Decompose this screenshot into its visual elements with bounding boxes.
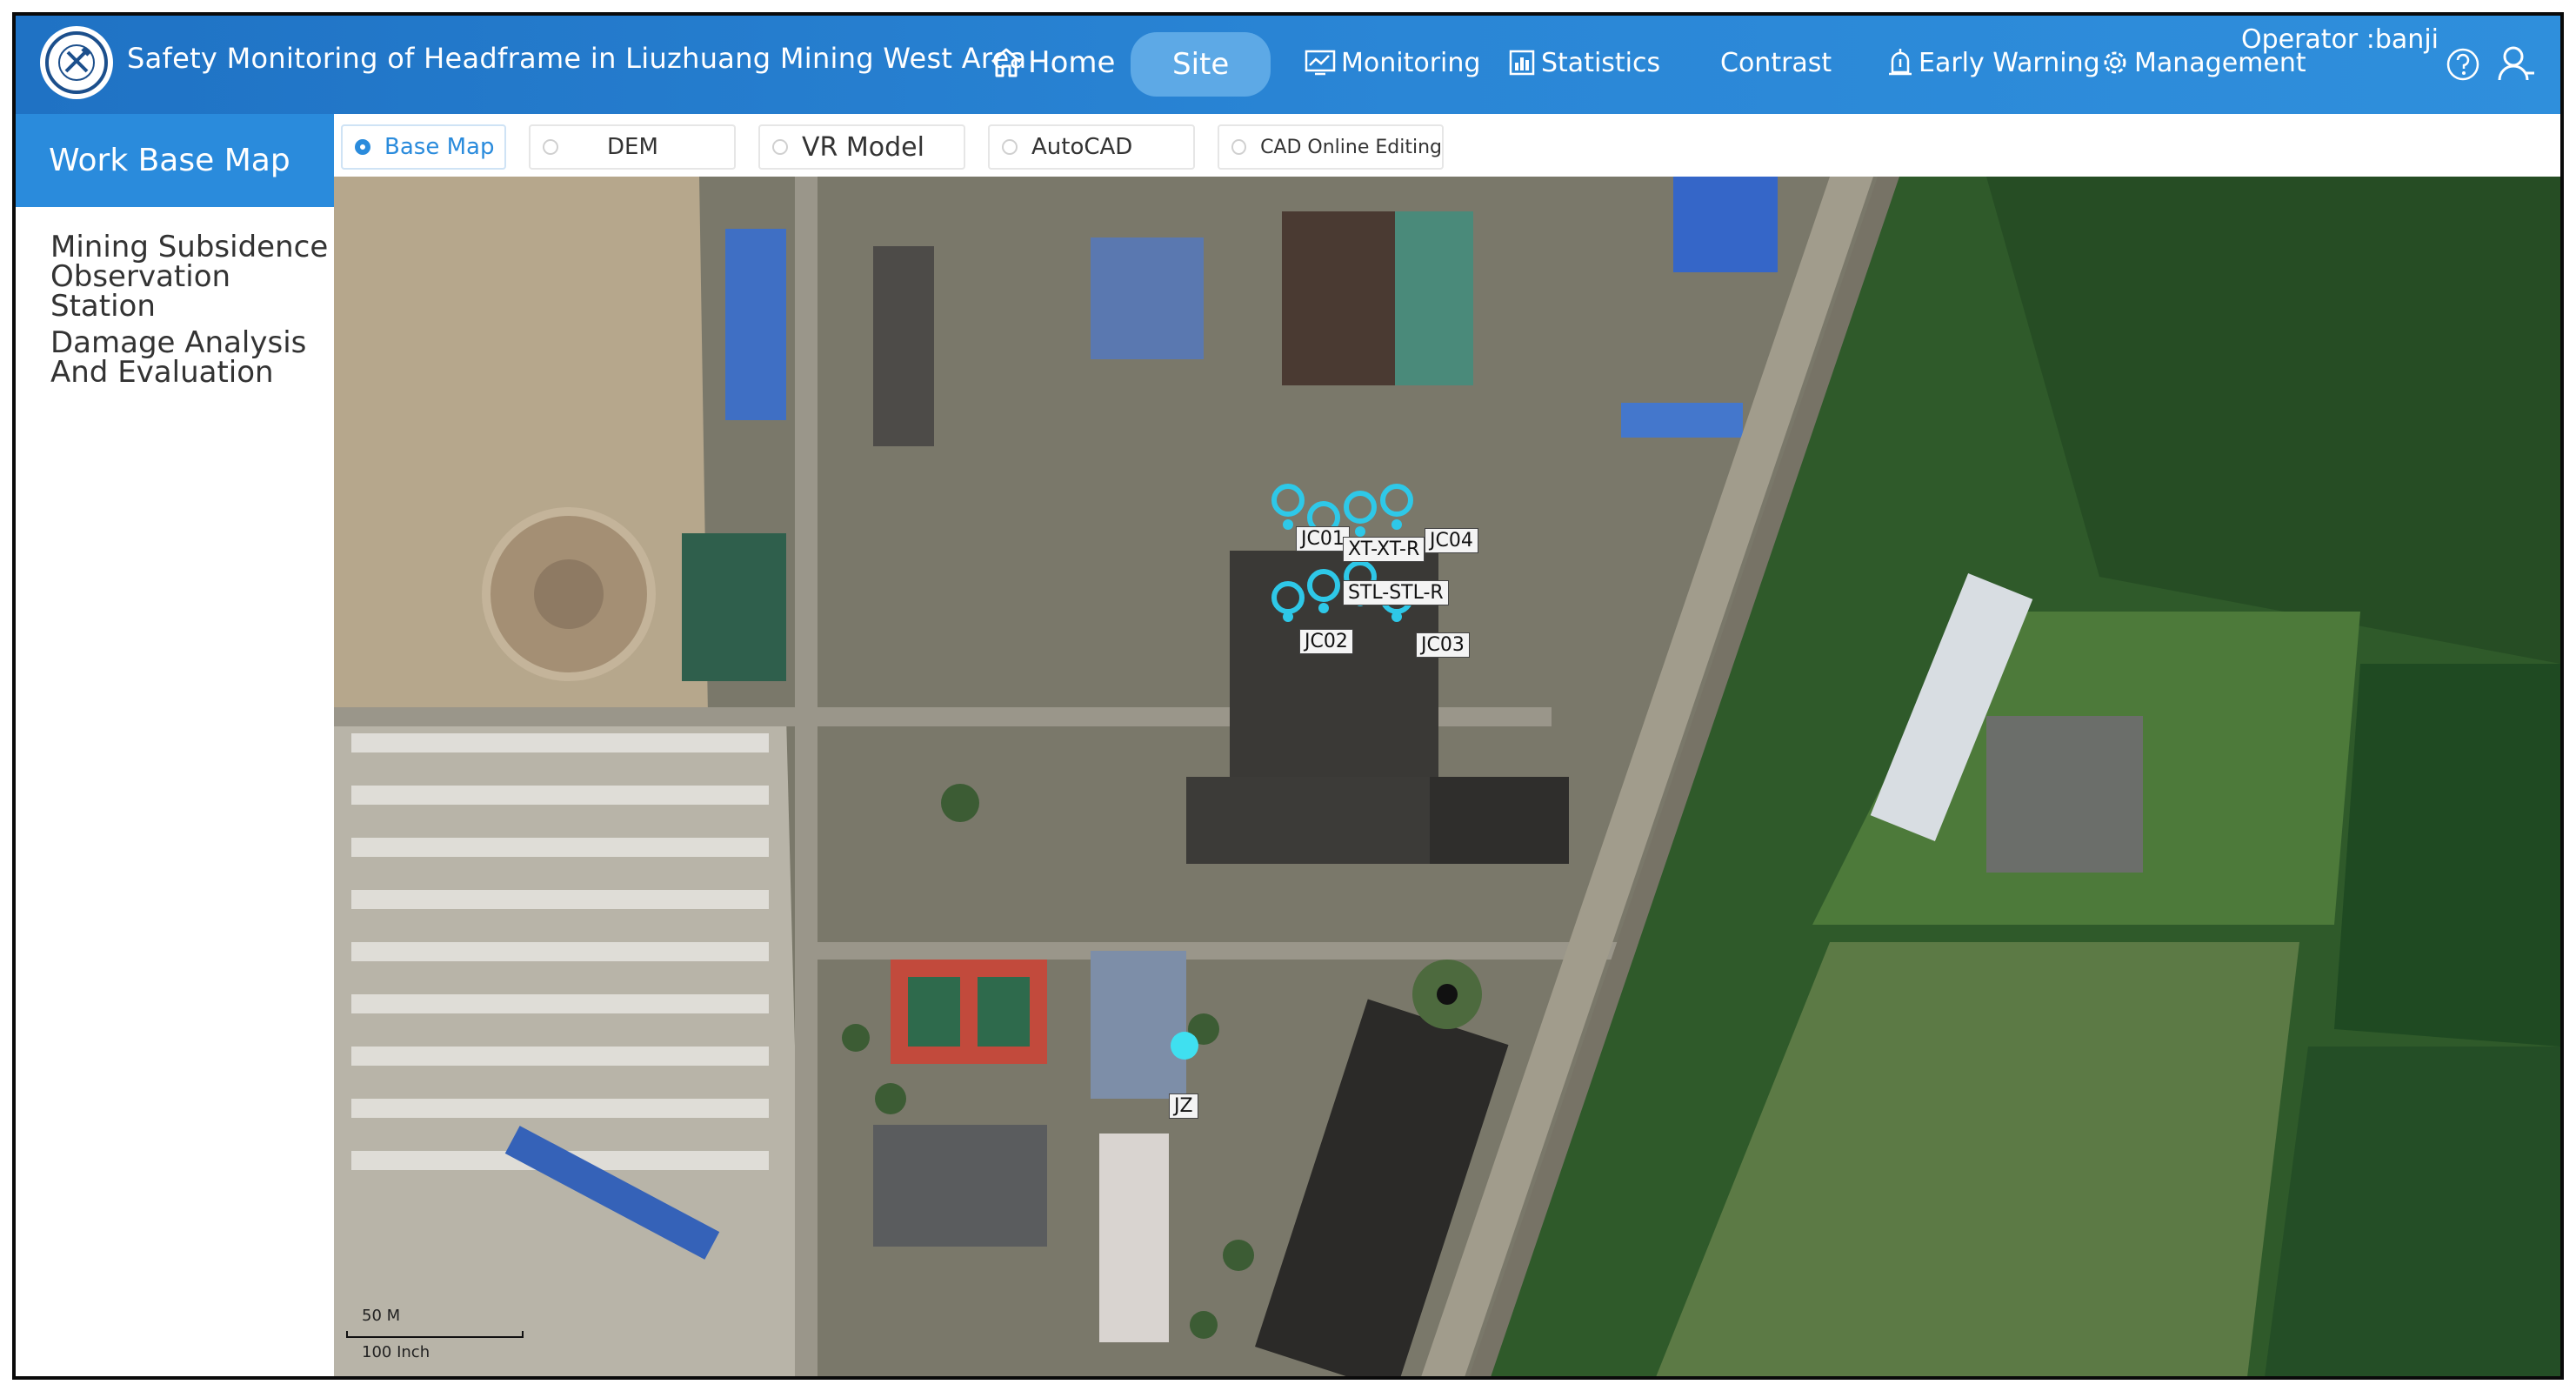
- user-icon[interactable]: [2496, 43, 2536, 87]
- radio-icon: [1002, 139, 1018, 155]
- nav-statistics[interactable]: Statistics: [1508, 37, 1660, 89]
- monitoring-markers: [1171, 484, 1413, 1060]
- statistics-icon: [1508, 49, 1536, 77]
- marker-label-stl[interactable]: STL-STL-R: [1343, 580, 1449, 605]
- monitoring-point-marker: [1344, 491, 1377, 524]
- scale-bottom-label: 100 Inch: [362, 1343, 430, 1361]
- tab-label: CAD Online Editing: [1260, 136, 1442, 158]
- tab-vr-model[interactable]: VR Model: [758, 124, 965, 170]
- tab-autocad[interactable]: AutoCAD: [988, 124, 1195, 170]
- monitoring-point-marker: [1271, 484, 1305, 517]
- sidebar-item-label: Damage Analysis And Evaluation: [50, 325, 307, 390]
- nav-site-label: Site: [1172, 47, 1230, 82]
- sidebar-item-label: Work Base Map: [49, 143, 290, 178]
- sidebar: Work Base Map Mining Subsidence Observat…: [16, 114, 334, 1376]
- nav-contrast[interactable]: Contrast: [1720, 37, 1832, 89]
- operator-name: Operator :banji: [2240, 24, 2439, 55]
- nav-statistics-label: Statistics: [1541, 47, 1661, 78]
- sidebar-item-work-base-map[interactable]: Work Base Map: [16, 114, 334, 207]
- radio-icon: [772, 139, 788, 155]
- map-scale-bar: 50 M 100 Inch: [346, 1307, 524, 1368]
- monitoring-point-marker: [1271, 581, 1305, 614]
- nav-monitoring[interactable]: Monitoring: [1305, 37, 1480, 89]
- tab-label: VR Model: [802, 131, 924, 163]
- help-icon[interactable]: [2446, 47, 2480, 85]
- app-window: Safety Monitoring of Headframe in Liuzhu…: [12, 12, 2564, 1380]
- marker-label-xt[interactable]: XT-XT-R: [1343, 537, 1425, 562]
- nav-home-label: Home: [1028, 45, 1116, 80]
- marker-label-jc03[interactable]: JC03: [1416, 632, 1470, 658]
- marker-label-jc01[interactable]: JC01: [1296, 526, 1350, 552]
- monitoring-icon: [1305, 49, 1336, 77]
- tab-dem[interactable]: DEM: [529, 124, 736, 170]
- monitoring-point-marker: [1307, 569, 1340, 602]
- radio-icon: [1231, 139, 1247, 155]
- monitoring-point-marker: [1380, 484, 1413, 517]
- app-title: Safety Monitoring of Headframe in Liuzhu…: [127, 42, 1027, 75]
- jz-point-marker: [1171, 1032, 1198, 1060]
- scale-top-label: 50 M: [362, 1307, 401, 1325]
- marker-label-jc02[interactable]: JC02: [1299, 629, 1353, 654]
- university-logo: [40, 26, 113, 99]
- gear-icon: [2101, 49, 2129, 77]
- nav-monitoring-label: Monitoring: [1341, 47, 1481, 78]
- radio-icon: [543, 139, 558, 155]
- sidebar-item-damage-analysis[interactable]: Damage Analysis And Evaluation: [50, 328, 311, 387]
- radio-selected-icon: [355, 139, 370, 155]
- alarm-icon: [1887, 48, 1913, 77]
- marker-label-jc04[interactable]: JC04: [1425, 528, 1478, 553]
- tab-base-map[interactable]: Base Map: [341, 124, 506, 170]
- marker-label-jz[interactable]: JZ: [1169, 1093, 1198, 1119]
- tab-label: DEM: [607, 134, 658, 160]
- nav-contrast-label: Contrast: [1720, 47, 1832, 78]
- nav-site[interactable]: Site: [1131, 32, 1271, 97]
- sidebar-item-label: Mining Subsidence Observation Station: [50, 230, 329, 324]
- tab-cad-online-editing[interactable]: CAD Online Editing: [1218, 124, 1444, 170]
- nav-early-warning-label: Early Warning: [1919, 47, 2100, 78]
- top-header: Safety Monitoring of Headframe in Liuzhu…: [16, 16, 2560, 114]
- nav-early-warning[interactable]: Early Warning: [1887, 37, 2100, 89]
- tab-label: Base Map: [384, 134, 495, 160]
- satellite-map[interactable]: JC01 XT-XT-R JC04 STL-STL-R JC02 JC03 JZ…: [334, 177, 2560, 1376]
- nav-home[interactable]: Home: [990, 37, 1115, 89]
- map-layer-tabs: Base Map DEM VR Model AutoCAD CAD Online…: [334, 114, 2560, 177]
- scale-line: [346, 1331, 524, 1338]
- sidebar-item-subsidence-station[interactable]: Mining Subsidence Observation Station: [50, 232, 329, 321]
- tab-label: AutoCAD: [1031, 134, 1133, 160]
- home-icon: [990, 47, 1023, 78]
